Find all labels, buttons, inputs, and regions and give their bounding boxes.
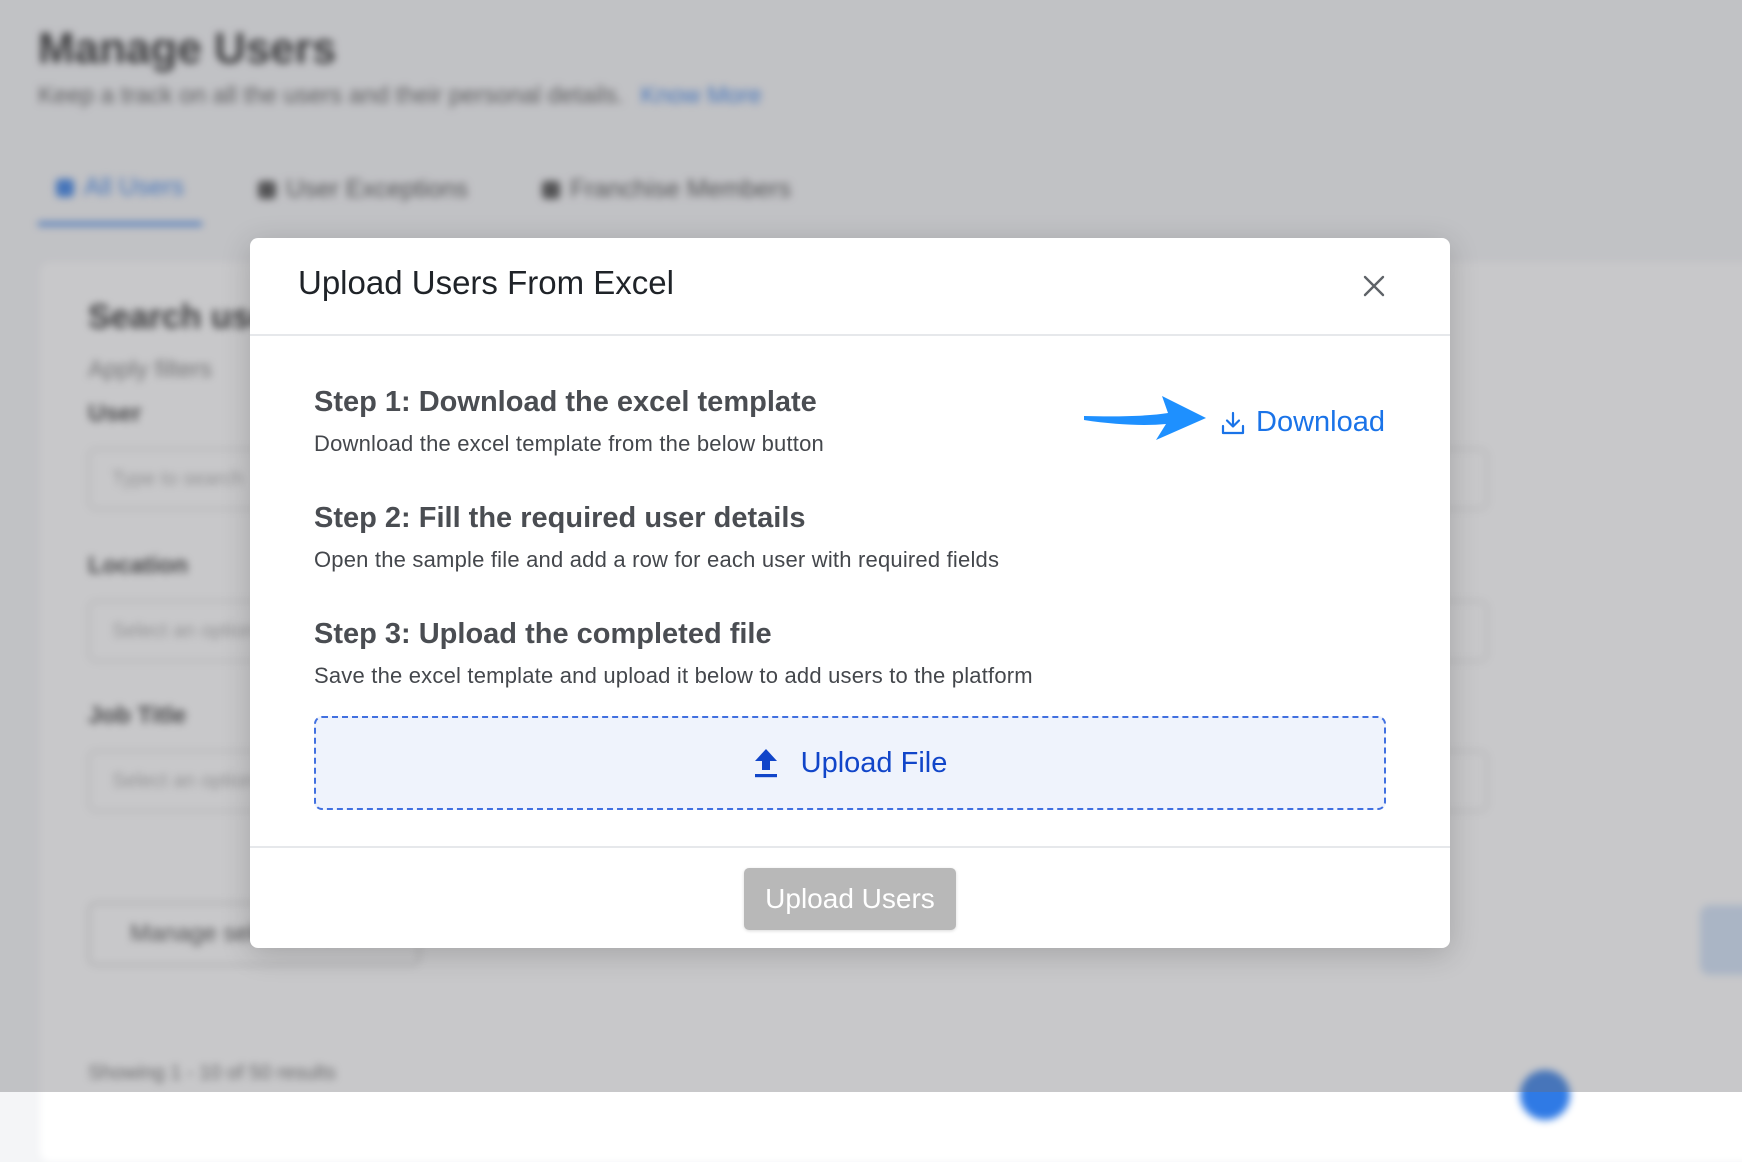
step-1-description: Download the excel template from the bel… bbox=[314, 431, 824, 456]
modal-body: Step 1: Download the excel template Down… bbox=[250, 336, 1450, 848]
download-template-link[interactable]: Download bbox=[1220, 406, 1385, 439]
upload-users-button[interactable]: Upload Users bbox=[744, 868, 956, 930]
upload-icon bbox=[754, 749, 777, 778]
step-3-description: Save the excel template and upload it be… bbox=[314, 663, 1033, 688]
step-2-description: Open the sample file and add a row for e… bbox=[314, 547, 1000, 572]
modal-footer: Upload Users bbox=[250, 848, 1450, 950]
upload-file-dropzone[interactable]: Upload File bbox=[314, 716, 1386, 810]
step-3-title: Step 3: Upload the completed file bbox=[314, 618, 772, 650]
close-button[interactable] bbox=[1354, 266, 1394, 306]
modal-title: Upload Users From Excel bbox=[298, 264, 674, 301]
modal-header: Upload Users From Excel bbox=[250, 238, 1450, 336]
download-label: Download bbox=[1256, 406, 1385, 438]
step-1-title: Step 1: Download the excel template bbox=[314, 386, 817, 418]
upload-file-label: Upload File bbox=[800, 746, 948, 779]
upload-users-modal: Upload Users From Excel Step 1: Download… bbox=[250, 238, 1450, 948]
step-2-title: Step 2: Fill the required user details bbox=[314, 502, 806, 534]
close-icon bbox=[1363, 275, 1385, 297]
pointer-arrow-icon bbox=[1084, 396, 1206, 440]
download-icon bbox=[1220, 410, 1246, 436]
